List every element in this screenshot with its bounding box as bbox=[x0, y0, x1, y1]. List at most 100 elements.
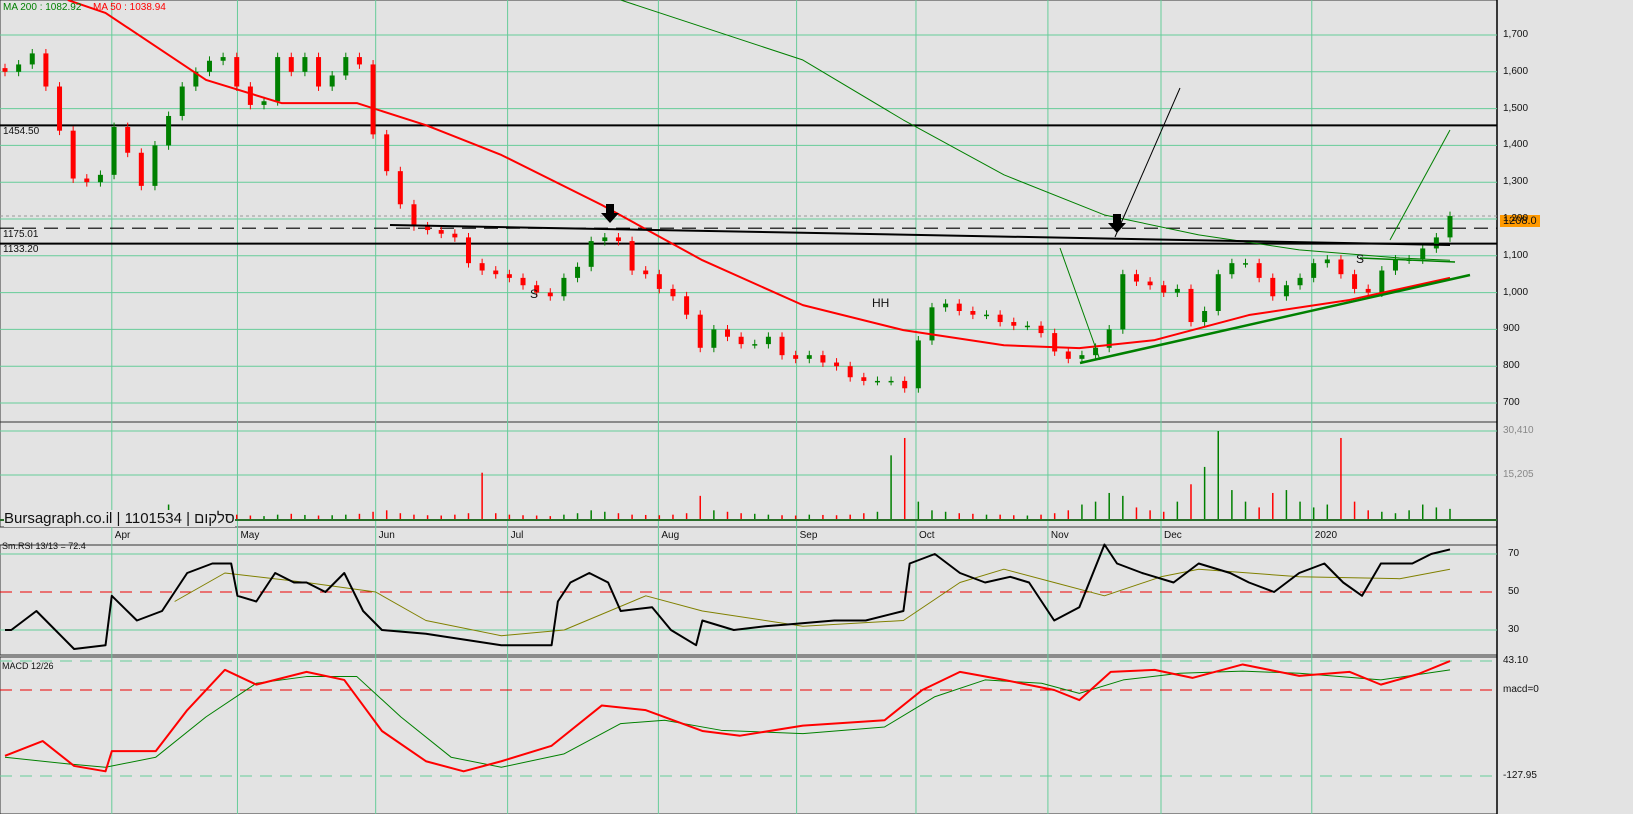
stock-chart[interactable] bbox=[0, 0, 1633, 814]
candle-down bbox=[70, 130, 76, 179]
price-tick-label: 1,100 bbox=[1503, 249, 1529, 261]
candle-up bbox=[1202, 311, 1208, 323]
candle-down bbox=[425, 226, 431, 231]
candle-up bbox=[97, 174, 103, 183]
level-label: 1175.01 bbox=[3, 229, 39, 240]
candle-down bbox=[465, 237, 471, 264]
candle-down bbox=[847, 366, 853, 378]
candle-up bbox=[1174, 288, 1180, 293]
candle-up bbox=[29, 53, 35, 65]
candle-down bbox=[738, 336, 744, 345]
candle-up bbox=[765, 336, 771, 345]
candle-down bbox=[1161, 285, 1167, 293]
candle-up bbox=[1229, 263, 1235, 275]
rsi-tick-label: 50 bbox=[1508, 586, 1520, 597]
candle-up bbox=[261, 101, 267, 105]
price-tick-label: 1,400 bbox=[1503, 139, 1529, 151]
price-tick-label: 1,500 bbox=[1503, 102, 1529, 114]
candle-down bbox=[493, 270, 499, 275]
pattern-label: S bbox=[530, 287, 539, 301]
candle-down bbox=[697, 314, 703, 348]
candle-up bbox=[329, 75, 335, 87]
ma200-label: MA 200 : 1082.92 bbox=[3, 2, 82, 13]
month-label: Oct bbox=[918, 530, 935, 541]
candle-up bbox=[1215, 274, 1221, 311]
candle-down bbox=[725, 329, 730, 337]
level-label: 1133.20 bbox=[3, 244, 39, 255]
candle-down bbox=[438, 230, 444, 234]
candle-up bbox=[220, 57, 226, 61]
candle-up bbox=[943, 303, 949, 308]
candle-up bbox=[16, 64, 22, 72]
candle-up bbox=[1024, 325, 1030, 328]
candle-down bbox=[629, 241, 635, 271]
green-line-1 bbox=[1059, 247, 1101, 361]
candle-down bbox=[793, 355, 799, 359]
candle-up bbox=[1243, 263, 1249, 265]
price-tick-label: 1,200 bbox=[1503, 213, 1529, 224]
candle-down bbox=[234, 57, 240, 87]
candle-down bbox=[479, 263, 485, 271]
rsi-signal-line bbox=[174, 568, 1451, 637]
panel-frame bbox=[0, 0, 1498, 423]
candle-down bbox=[1065, 351, 1071, 359]
candle-up bbox=[1120, 274, 1126, 330]
month-label: Dec bbox=[1164, 530, 1182, 541]
pattern-label: S bbox=[1356, 252, 1365, 266]
panel-frame bbox=[0, 544, 1498, 656]
candle-up bbox=[915, 340, 921, 389]
candle-up bbox=[1433, 237, 1439, 249]
candle-up bbox=[206, 60, 212, 72]
candle-down bbox=[411, 204, 417, 227]
candle-down bbox=[125, 127, 131, 153]
candle-up bbox=[711, 329, 717, 348]
green-line-2 bbox=[1389, 129, 1451, 241]
month-label: Jun bbox=[378, 530, 395, 541]
panel-frame bbox=[0, 656, 1498, 814]
candle-up bbox=[752, 344, 758, 346]
resistance-trendline bbox=[389, 224, 1451, 246]
candle-down bbox=[316, 57, 322, 87]
ma50-line bbox=[67, 0, 1451, 350]
chart-window: MA 200 : 1082.92 MA 50 : 1038.94 1454.50… bbox=[0, 0, 1633, 814]
month-label: Apr bbox=[114, 530, 131, 541]
candle-up bbox=[1447, 216, 1453, 238]
price-tick-label: 700 bbox=[1503, 397, 1520, 408]
volume-tick-label: 15,205 bbox=[1503, 469, 1534, 480]
price-tick-label: 1,300 bbox=[1503, 176, 1529, 188]
month-label: Jul bbox=[510, 530, 524, 541]
candle-down bbox=[1038, 325, 1044, 334]
candle-down bbox=[1270, 277, 1276, 297]
candle-down bbox=[547, 292, 553, 297]
candle-down bbox=[779, 336, 785, 356]
candle-down bbox=[452, 233, 458, 238]
candle-up bbox=[152, 145, 158, 186]
macd-tick-label: -127.95 bbox=[1503, 769, 1537, 781]
indicator-lines bbox=[4, 0, 1451, 773]
macd-signal-line bbox=[4, 669, 1451, 768]
macd-tick-label: macd=0 bbox=[1503, 684, 1539, 695]
candle-down bbox=[356, 57, 362, 65]
candle-down bbox=[57, 86, 63, 131]
candle-up bbox=[602, 237, 608, 242]
candle-up bbox=[888, 380, 894, 383]
month-label: 2020 bbox=[1314, 530, 1338, 541]
ma200-line bbox=[620, 0, 1451, 261]
candle-down bbox=[1188, 288, 1194, 323]
price-tick-label: 1,000 bbox=[1503, 286, 1529, 298]
candle-down bbox=[861, 377, 867, 381]
candle-down bbox=[1011, 322, 1017, 326]
candle-down bbox=[1147, 281, 1153, 286]
candle-up bbox=[984, 314, 990, 317]
candle-up bbox=[588, 241, 594, 267]
candle-up bbox=[1324, 259, 1330, 264]
candles bbox=[2, 48, 1453, 393]
candle-down bbox=[643, 270, 649, 275]
price-tick-label: 1,700 bbox=[1503, 29, 1529, 40]
month-label: Sep bbox=[799, 530, 818, 541]
candle-up bbox=[575, 266, 581, 278]
rsi-title: Sm.RSI 13/13 = 72.4 bbox=[2, 541, 86, 551]
candle-up bbox=[1420, 248, 1426, 260]
rsi-tick-label: 70 bbox=[1508, 548, 1520, 559]
candle-down bbox=[138, 152, 144, 186]
